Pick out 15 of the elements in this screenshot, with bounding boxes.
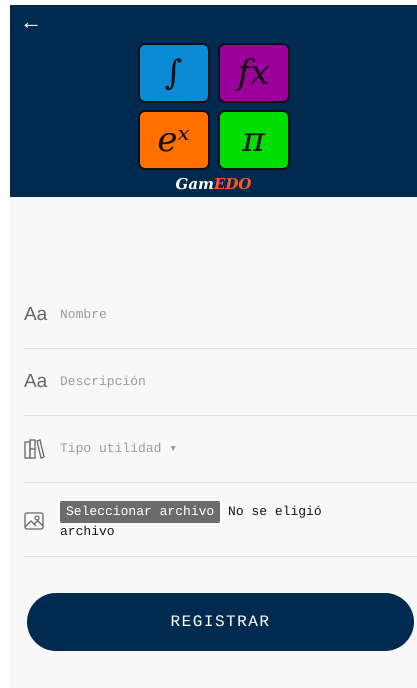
file-input[interactable]: Seleccionar archivo No se eligió archivo (60, 501, 330, 540)
text-icon: Aa (24, 300, 50, 330)
register-button[interactable]: REGISTRAR (27, 593, 414, 651)
choose-file-button[interactable]: Seleccionar archivo (60, 501, 220, 523)
text-icon: Aa (24, 368, 50, 396)
logo-tile: eˣ (138, 110, 210, 170)
logo-tile: fx (218, 43, 290, 103)
text-input-field[interactable]: Nombre (60, 305, 228, 325)
logo-tile: π (218, 110, 290, 170)
text-input-field[interactable]: Descripción (60, 372, 228, 392)
image-icon (24, 512, 44, 530)
logo-wordmark: GamEDO (174, 174, 252, 195)
logo-tile: ∫ (138, 43, 210, 103)
back-button[interactable]: ← (20, 11, 42, 33)
books-icon (24, 438, 46, 459)
